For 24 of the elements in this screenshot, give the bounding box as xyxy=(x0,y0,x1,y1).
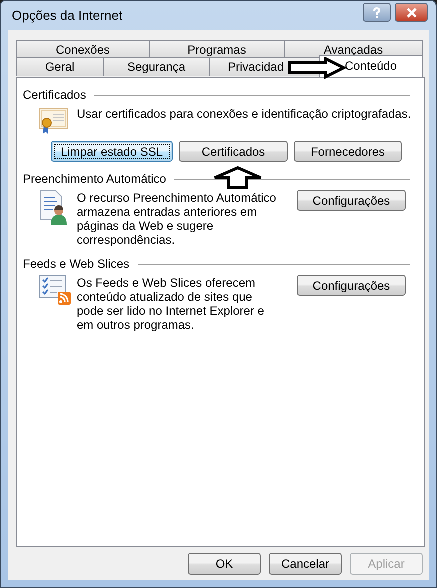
button[interactable]: OK xyxy=(188,553,261,575)
tab[interactable]: Segurança xyxy=(103,57,209,76)
arrow-icon xyxy=(212,166,264,190)
help-button[interactable] xyxy=(363,3,391,22)
certificate-icon xyxy=(39,106,69,136)
button[interactable]: Cancelar xyxy=(269,553,342,575)
tab[interactable]: Geral xyxy=(16,57,103,76)
button[interactable]: Limpar estado SSL xyxy=(51,141,173,162)
button[interactable]: Fornecedores xyxy=(294,141,402,162)
close-button[interactable] xyxy=(395,3,428,22)
section-title: Feeds e Web Slices xyxy=(23,257,130,271)
button[interactable]: Configurações xyxy=(297,275,406,296)
document-person-icon xyxy=(39,190,69,226)
help-icon xyxy=(371,6,383,18)
section-description: Usar certificados para conexões e identificação criptografadas. xyxy=(77,106,412,121)
button[interactable]: Certificados xyxy=(179,141,288,162)
section-description: Os Feeds e Web Slices oferecem conteúdo atualizado de sites que pode ser lido no Internet Explorer e em outros programas. xyxy=(77,275,266,332)
window-title: Opções da Internet xyxy=(12,8,123,23)
checklist-feed-icon xyxy=(39,275,73,307)
section-description: O recurso Preenchimento Automático armazena entradas anteriores em páginas da Web e sugere correspondências. xyxy=(77,190,277,247)
section-title: Certificados xyxy=(23,88,86,102)
close-icon xyxy=(406,8,418,18)
button[interactable]: Configurações xyxy=(297,190,406,211)
section-title: Preenchimento Automático xyxy=(23,172,166,186)
